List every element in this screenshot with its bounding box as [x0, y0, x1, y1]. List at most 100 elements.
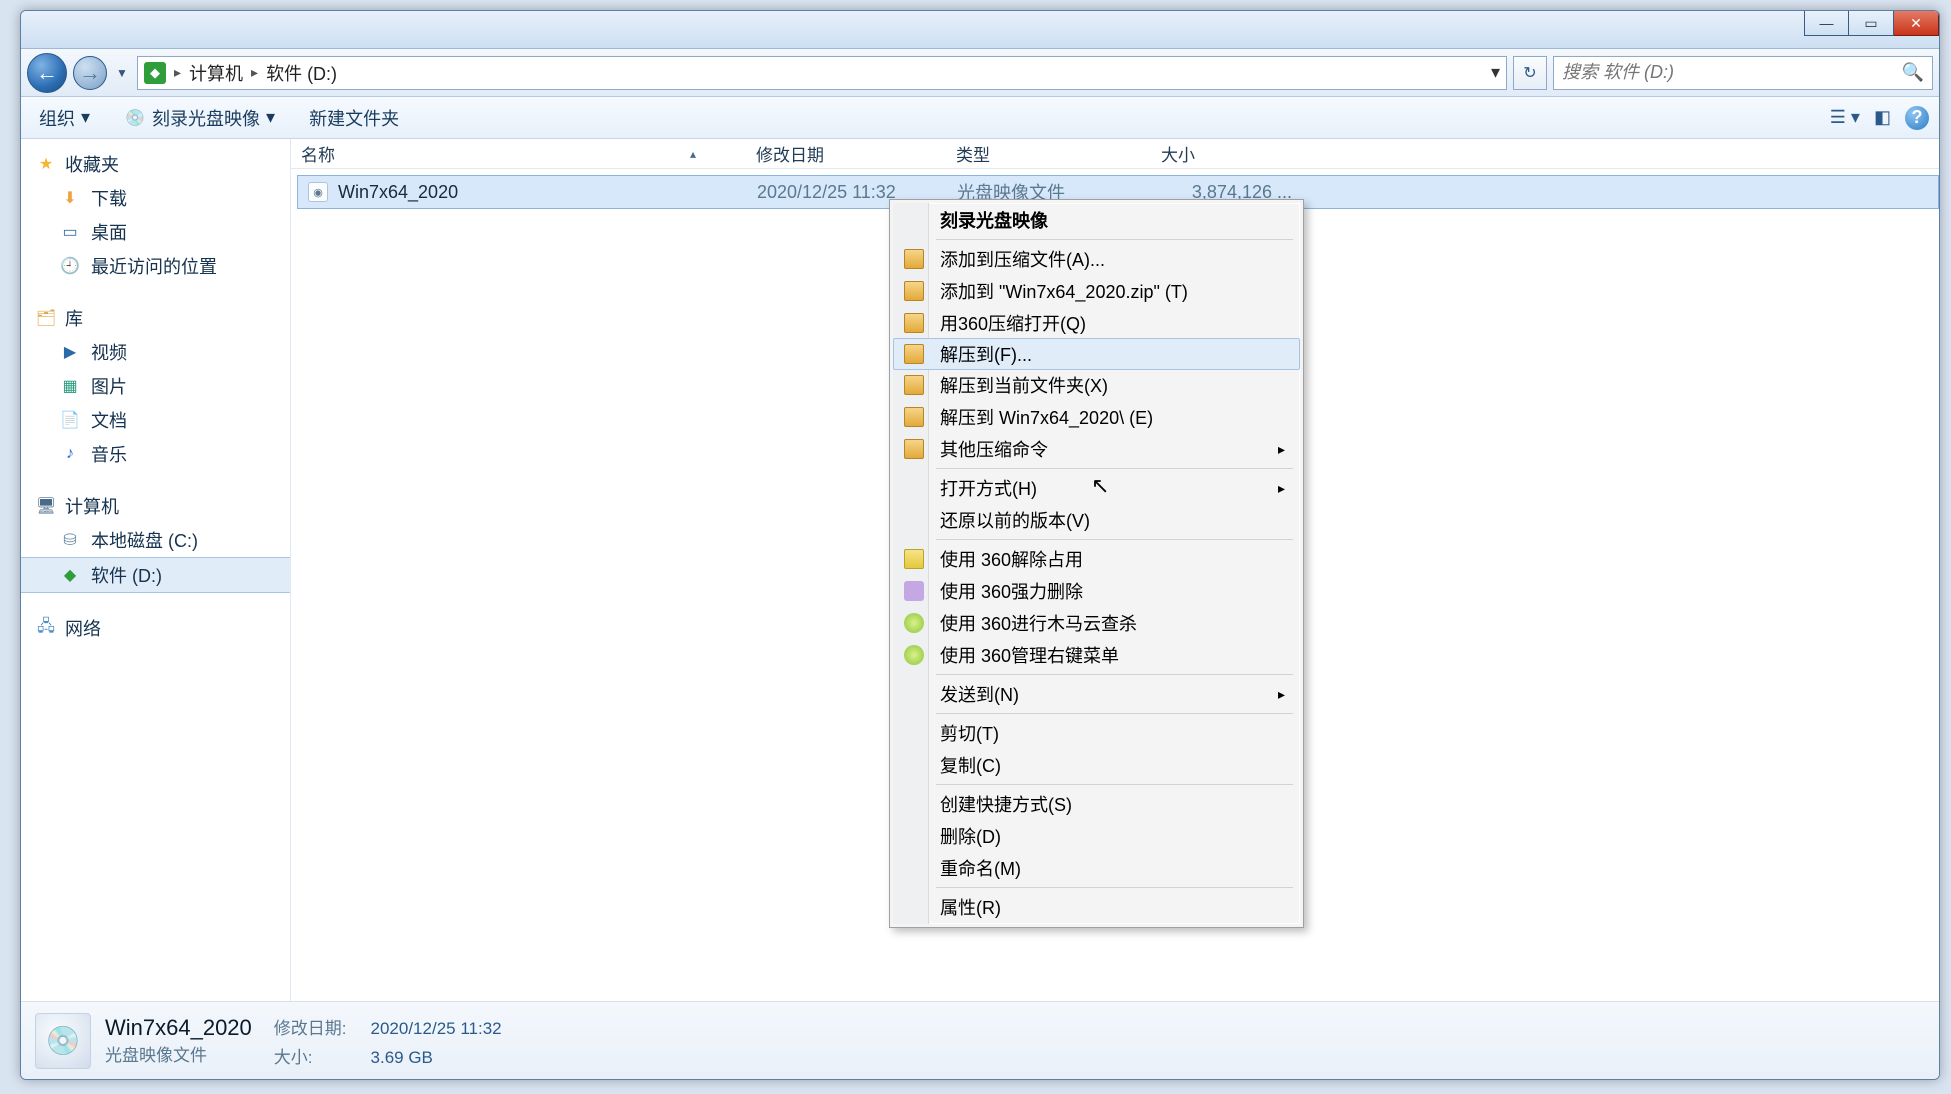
menu-item-360-unlock[interactable]: 使用 360解除占用 [894, 543, 1299, 575]
menu-item-rename[interactable]: 重命名(M) [894, 852, 1299, 884]
menu-label: 用360压缩打开(Q) [940, 310, 1086, 336]
sidebar-item-desktop[interactable]: ▭桌面 [21, 215, 290, 249]
recent-icon: 🕘 [59, 255, 81, 277]
menu-item-other-compress[interactable]: 其他压缩命令▸ [894, 433, 1299, 465]
sidebar-header-label: 计算机 [65, 493, 119, 519]
view-mode-button[interactable]: ☰ ▾ [1830, 107, 1860, 128]
sidebar-item-label: 音乐 [91, 441, 127, 467]
sidebar-item-label: 视频 [91, 339, 127, 365]
sidebar-item-label: 文档 [91, 407, 127, 433]
menu-label: 删除(D) [940, 823, 1001, 849]
help-button[interactable]: ? [1905, 106, 1929, 130]
menu-item-cut[interactable]: 剪切(T) [894, 717, 1299, 749]
menu-label: 解压到 Win7x64_2020\ (E) [940, 404, 1153, 430]
sidebar-item-label: 图片 [91, 373, 127, 399]
column-header-name[interactable]: 名称▴ [301, 141, 756, 166]
breadcrumb-current[interactable]: 软件 (D:) [266, 60, 337, 86]
details-size-value: 3.69 GB [371, 1048, 502, 1068]
menu-item-delete[interactable]: 删除(D) [894, 820, 1299, 852]
sidebar-header-label: 库 [65, 305, 83, 331]
burn-image-button[interactable]: 💿 刻录光盘映像 ▾ [116, 101, 283, 135]
menu-item-add-archive[interactable]: 添加到压缩文件(A)... [894, 243, 1299, 275]
preview-pane-button[interactable]: ◧ [1874, 107, 1891, 128]
explorer-window: — ▭ ✕ ← → ▼ ◆ ▸ 计算机 ▸ 软件 (D:) ▾ ↻ 🔍 组织 ▾… [20, 10, 1940, 1080]
column-header-size[interactable]: 大小 [1161, 141, 1291, 166]
menu-item-properties[interactable]: 属性(R) [894, 891, 1299, 923]
disc-icon: 💿 [124, 107, 146, 129]
chevron-down-icon: ▾ [81, 107, 90, 128]
menu-item-restore-previous[interactable]: 还原以前的版本(V) [894, 504, 1299, 536]
menu-item-open-360zip[interactable]: 用360压缩打开(Q) [894, 307, 1299, 339]
library-icon: 🗂 [35, 307, 57, 329]
address-bar[interactable]: ◆ ▸ 计算机 ▸ 软件 (D:) ▾ [137, 56, 1507, 90]
sidebar-libraries-header[interactable]: 🗂 库 [21, 301, 290, 335]
back-button[interactable]: ← [27, 53, 67, 93]
details-pane: 💿 Win7x64_2020 光盘映像文件 修改日期: 2020/12/25 1… [21, 1001, 1939, 1079]
sidebar-network-header[interactable]: 🖧 网络 [21, 611, 290, 645]
archive-icon [904, 439, 924, 459]
sidebar-item-music[interactable]: ♪音乐 [21, 437, 290, 471]
menu-item-360-menu[interactable]: 使用 360管理右键菜单 [894, 639, 1299, 671]
context-menu: 刻录光盘映像 添加到压缩文件(A)... 添加到 "Win7x64_2020.z… [889, 199, 1304, 928]
nav-history-dropdown[interactable]: ▼ [113, 66, 131, 80]
search-input[interactable] [1562, 62, 1902, 83]
sidebar-item-documents[interactable]: 📄 文档 [21, 403, 290, 437]
sidebar-item-pictures[interactable]: ▦图片 [21, 369, 290, 403]
unlock-icon [904, 549, 924, 569]
forward-button[interactable]: → [73, 56, 107, 90]
address-dropdown-icon[interactable]: ▾ [1491, 62, 1500, 83]
menu-item-extract-here[interactable]: 解压到当前文件夹(X) [894, 369, 1299, 401]
view-controls: ☰ ▾ ◧ ? [1830, 106, 1929, 130]
menu-item-burn-image[interactable]: 刻录光盘映像 [894, 204, 1299, 236]
sidebar-item-label: 最近访问的位置 [91, 253, 217, 279]
maximize-button[interactable]: ▭ [1849, 11, 1894, 36]
archive-icon [904, 281, 924, 301]
drive-icon: ⛁ [59, 529, 81, 551]
sort-arrow-icon: ▴ [690, 147, 696, 161]
new-folder-label: 新建文件夹 [309, 105, 399, 131]
menu-label: 创建快捷方式(S) [940, 791, 1072, 817]
column-header-type[interactable]: 类型 [956, 141, 1161, 166]
computer-icon: 🖥 [35, 495, 57, 517]
shield-icon [904, 645, 924, 665]
sidebar-item-recent[interactable]: 🕘 最近访问的位置 [21, 249, 290, 283]
menu-item-add-zip[interactable]: 添加到 "Win7x64_2020.zip" (T) [894, 275, 1299, 307]
menu-item-extract-folder[interactable]: 解压到 Win7x64_2020\ (E) [894, 401, 1299, 433]
document-icon: 📄 [59, 409, 81, 431]
shield-icon [904, 613, 924, 633]
sidebar-computer-header[interactable]: 🖥 计算机 [21, 489, 290, 523]
menu-item-send-to[interactable]: 发送到(N)▸ [894, 678, 1299, 710]
menu-label: 使用 360强力删除 [940, 578, 1083, 604]
sidebar-item-downloads[interactable]: ⬇下载 [21, 181, 290, 215]
submenu-arrow-icon: ▸ [1278, 480, 1285, 497]
menu-item-extract-to[interactable]: 解压到(F)... [893, 338, 1300, 370]
sidebar-favorites-header[interactable]: ★ 收藏夹 [21, 147, 290, 181]
details-date-label: 修改日期: [274, 1014, 347, 1039]
sidebar-item-label: 本地磁盘 (C:) [91, 527, 198, 553]
menu-item-360-force-delete[interactable]: 使用 360强力删除 [894, 575, 1299, 607]
download-icon: ⬇ [59, 187, 81, 209]
sidebar-item-drive-c[interactable]: ⛁ 本地磁盘 (C:) [21, 523, 290, 557]
menu-label: 解压到(F)... [940, 341, 1032, 367]
submenu-arrow-icon: ▸ [1278, 686, 1285, 703]
desktop-icon: ▭ [59, 221, 81, 243]
sidebar-item-videos[interactable]: ▶视频 [21, 335, 290, 369]
menu-label: 复制(C) [940, 752, 1001, 778]
new-folder-button[interactable]: 新建文件夹 [301, 101, 407, 135]
organize-button[interactable]: 组织 ▾ [31, 101, 98, 135]
breadcrumb-computer[interactable]: 计算机 [189, 60, 243, 86]
drive-icon: ◆ [144, 62, 166, 84]
column-header-date[interactable]: 修改日期 [756, 141, 956, 166]
menu-item-copy[interactable]: 复制(C) [894, 749, 1299, 781]
refresh-button[interactable]: ↻ [1513, 56, 1547, 90]
navigation-pane: ★ 收藏夹 ⬇下载 ▭桌面 🕘 最近访问的位置 🗂 库 ▶视频 ▦图片 📄 文档 ♪… [21, 139, 291, 1001]
menu-item-360-scan[interactable]: 使用 360进行木马云查杀 [894, 607, 1299, 639]
sidebar-item-drive-d[interactable]: ◆软件 (D:) [21, 557, 290, 593]
minimize-button[interactable]: — [1804, 11, 1849, 36]
search-icon: 🔍 [1902, 62, 1924, 83]
menu-item-create-shortcut[interactable]: 创建快捷方式(S) [894, 788, 1299, 820]
close-button[interactable]: ✕ [1894, 11, 1939, 36]
menu-label: 使用 360管理右键菜单 [940, 642, 1119, 668]
search-box[interactable]: 🔍 [1553, 56, 1933, 90]
archive-icon [904, 249, 924, 269]
